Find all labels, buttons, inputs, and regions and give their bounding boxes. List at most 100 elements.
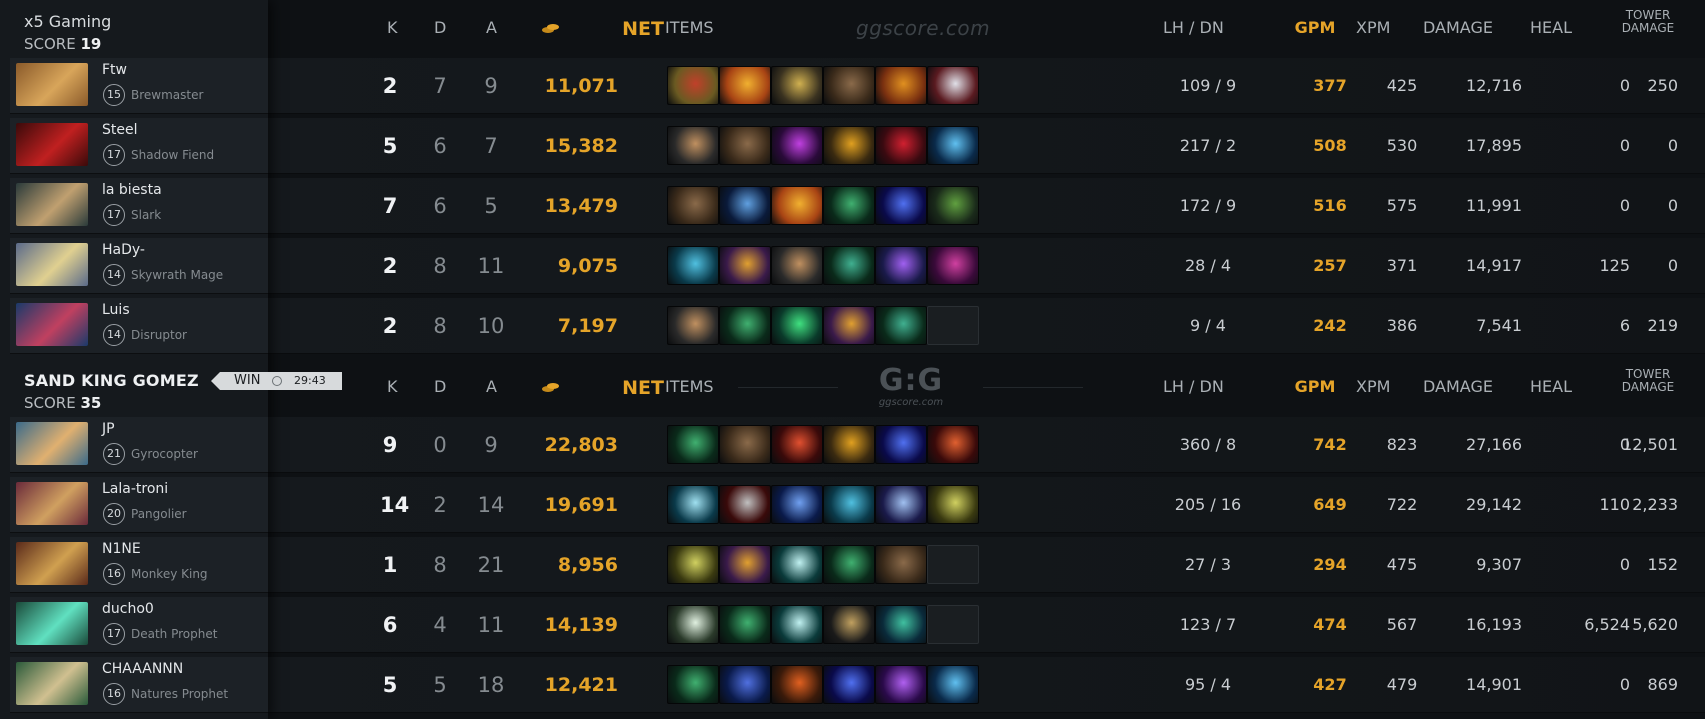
player-name[interactable]: Ftw [102,62,127,78]
item-icon[interactable] [719,425,771,464]
header-d[interactable]: D [434,377,446,396]
header-heal[interactable]: HEAL [1530,18,1572,37]
item-icon[interactable] [823,545,875,584]
player-card[interactable]: N1NE 16 Monkey King [10,537,268,593]
hero-portrait[interactable] [16,243,88,286]
header-damage[interactable]: DAMAGE [1423,377,1493,396]
item-icon[interactable] [875,186,927,225]
header-tower-damage[interactable]: TOWER DAMAGE [1613,368,1683,394]
item-icon[interactable] [927,66,979,105]
item-icon[interactable] [667,186,719,225]
header-xpm[interactable]: XPM [1356,18,1390,37]
item-icon[interactable] [667,246,719,285]
item-icon[interactable] [719,66,771,105]
item-icon[interactable] [875,246,927,285]
header-tower-damage[interactable]: TOWER DAMAGE [1613,9,1683,35]
item-icon[interactable] [719,605,771,644]
item-icon[interactable] [875,485,927,524]
item-icon[interactable] [823,605,875,644]
item-icon[interactable] [927,425,979,464]
item-icon[interactable] [667,545,719,584]
item-icon[interactable] [823,66,875,105]
hero-portrait[interactable] [16,123,88,166]
item-icon[interactable] [667,126,719,165]
item-icon[interactable] [927,246,979,285]
item-icon[interactable] [771,545,823,584]
item-icon[interactable] [719,545,771,584]
player-card[interactable]: HaDy- 14 Skywrath Mage [10,238,268,294]
item-icon[interactable] [771,126,823,165]
team-name[interactable]: SAND KING GOMEZ [24,371,199,390]
item-icon[interactable] [771,605,823,644]
item-icon[interactable] [875,126,927,165]
item-icon[interactable] [823,186,875,225]
item-icon[interactable] [927,665,979,704]
header-d[interactable]: D [434,18,446,37]
item-icon[interactable] [771,306,823,345]
item-icon[interactable] [771,186,823,225]
hero-portrait[interactable] [16,662,88,705]
hero-portrait[interactable] [16,482,88,525]
header-k[interactable]: K [387,18,398,37]
player-name[interactable]: ducho0 [102,601,154,617]
header-gpm[interactable]: GPM [1285,377,1345,396]
item-icon[interactable] [823,425,875,464]
item-icon[interactable] [875,545,927,584]
item-icon[interactable] [771,425,823,464]
item-icon[interactable] [875,425,927,464]
item-icon[interactable] [667,306,719,345]
hero-portrait[interactable] [16,63,88,106]
player-card[interactable]: Lala-troni 20 Pangolier [10,477,268,533]
player-name[interactable]: JP [102,421,115,437]
player-name[interactable]: la biesta [102,182,162,198]
player-card[interactable]: Ftw 15 Brewmaster [10,58,268,114]
header-a[interactable]: A [486,18,497,37]
header-k[interactable]: K [387,377,398,396]
header-a[interactable]: A [486,377,497,396]
player-name[interactable]: HaDy- [102,242,145,258]
player-card[interactable]: JP 21 Gyrocopter [10,417,268,473]
item-icon[interactable] [667,605,719,644]
header-lh-dn[interactable]: LH / DN [1163,18,1224,37]
player-card[interactable]: CHAAANNN 16 Natures Prophet [10,657,268,713]
item-icon[interactable] [719,246,771,285]
item-icon[interactable] [823,246,875,285]
player-card[interactable]: ducho0 17 Death Prophet [10,597,268,653]
item-icon[interactable] [875,66,927,105]
item-icon[interactable] [667,66,719,105]
item-icon[interactable] [667,485,719,524]
item-icon[interactable] [823,485,875,524]
item-icon[interactable] [875,306,927,345]
header-damage[interactable]: DAMAGE [1423,18,1493,37]
header-lh-dn[interactable]: LH / DN [1163,377,1224,396]
item-icon[interactable] [667,425,719,464]
item-icon[interactable] [771,246,823,285]
item-icon[interactable] [875,605,927,644]
item-icon[interactable] [719,186,771,225]
hero-portrait[interactable] [16,183,88,226]
item-icon[interactable] [719,126,771,165]
item-icon[interactable] [875,665,927,704]
item-icon[interactable] [927,485,979,524]
hero-portrait[interactable] [16,422,88,465]
item-icon[interactable] [719,665,771,704]
team-name[interactable]: x5 Gaming [24,12,111,31]
player-card[interactable]: Steel 17 Shadow Fiend [10,118,268,174]
player-card[interactable]: Luis 14 Disruptor [10,298,268,354]
hero-portrait[interactable] [16,303,88,346]
player-name[interactable]: Steel [102,122,138,138]
header-net[interactable]: NET [564,18,664,40]
item-icon[interactable] [823,665,875,704]
header-gpm[interactable]: GPM [1285,18,1345,37]
item-icon[interactable] [771,665,823,704]
player-name[interactable]: N1NE [102,541,141,557]
hero-portrait[interactable] [16,602,88,645]
item-icon[interactable] [771,66,823,105]
player-name[interactable]: CHAAANNN [102,661,183,677]
header-net[interactable]: NET [564,377,664,399]
player-card[interactable]: la biesta 17 Slark [10,178,268,234]
hero-portrait[interactable] [16,542,88,585]
item-icon[interactable] [927,186,979,225]
item-icon[interactable] [667,665,719,704]
item-icon[interactable] [771,485,823,524]
